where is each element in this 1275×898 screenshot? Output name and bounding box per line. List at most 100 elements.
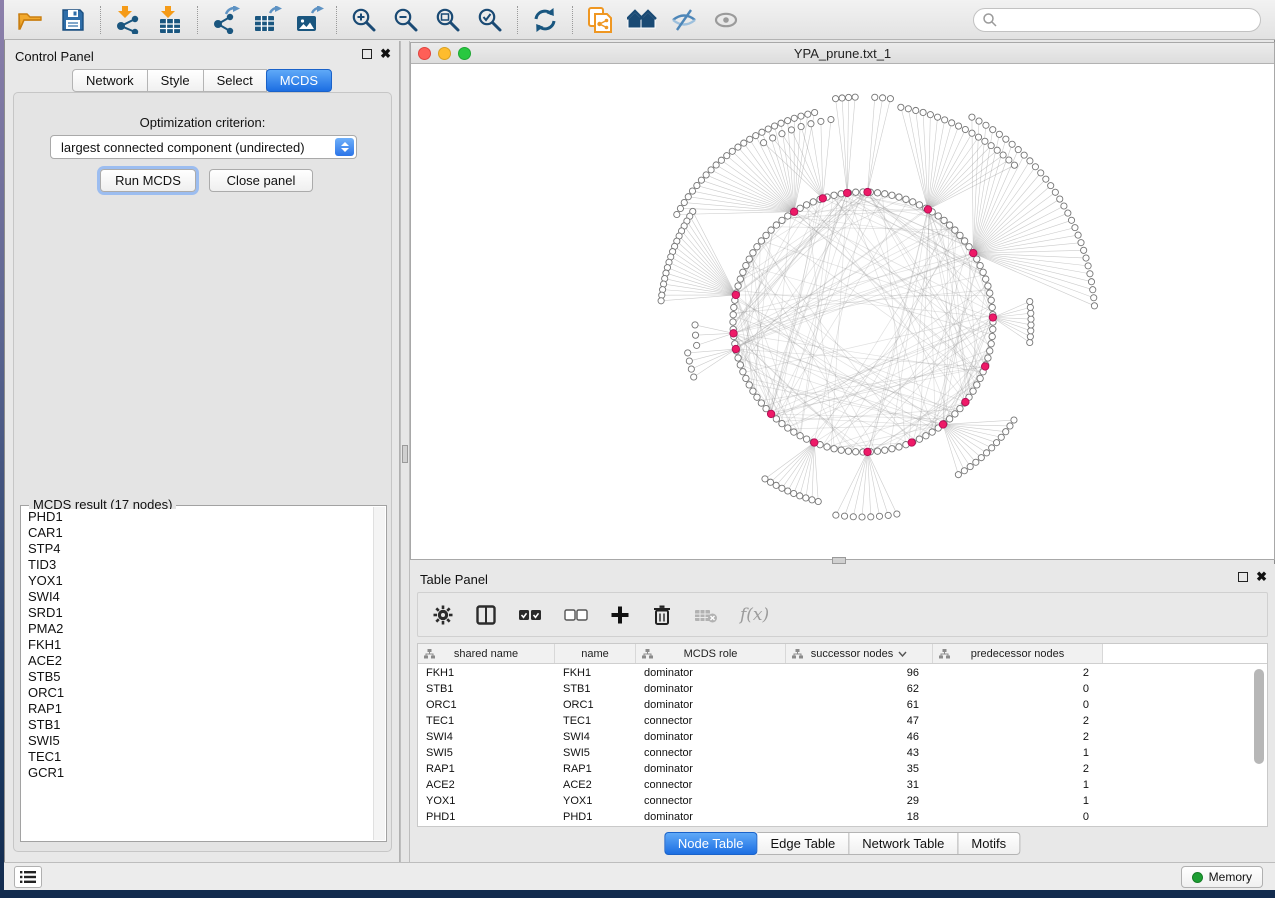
tab-mcds[interactable]: MCDS — [266, 69, 332, 92]
create-column-button[interactable] — [610, 605, 630, 625]
table-body: FKH1FKH1dominator962STB1STB1dominator620… — [418, 665, 1267, 826]
table-scrollbar[interactable] — [1254, 669, 1264, 764]
optimization-criterion-value: largest connected component (undirected) — [61, 140, 305, 155]
table-panel-title: Table Panel — [420, 572, 488, 587]
deselect-all-columns-button[interactable] — [564, 608, 588, 622]
main-toolbar — [4, 0, 1275, 40]
toggle-column-view-button[interactable] — [476, 605, 496, 625]
mcds-result-item[interactable]: RAP1 — [28, 701, 373, 717]
tab-style[interactable]: Style — [148, 69, 204, 92]
tab-node-table[interactable]: Node Table — [664, 832, 758, 855]
task-history-button[interactable] — [14, 866, 42, 888]
table-row[interactable]: ORC1ORC1dominator610 — [418, 697, 1267, 713]
mcds-result-item[interactable]: STP4 — [28, 541, 373, 557]
close-panel-button[interactable]: Close panel — [209, 169, 313, 192]
apply-layout-button[interactable] — [528, 4, 562, 36]
mcds-result-item[interactable]: TEC1 — [28, 749, 373, 765]
table-row[interactable]: FKH1FKH1dominator962 — [418, 665, 1267, 681]
delete-table-button[interactable] — [694, 606, 718, 624]
search-input[interactable] — [998, 13, 1252, 27]
table-row[interactable]: YOX1YOX1connector291 — [418, 793, 1267, 809]
mcds-result-item[interactable]: PMA2 — [28, 621, 373, 637]
mcds-result-item[interactable]: FKH1 — [28, 637, 373, 653]
zoom-out-button[interactable] — [389, 4, 423, 36]
mcds-result-item[interactable]: CAR1 — [28, 525, 373, 541]
save-session-button[interactable] — [56, 4, 90, 36]
select-all-columns-button[interactable] — [518, 608, 542, 622]
mcds-result-item[interactable]: TID3 — [28, 557, 373, 573]
mcds-list-scrollbar[interactable] — [373, 507, 385, 840]
mcds-result-list[interactable]: PHD1CAR1STP4TID3YOX1SWI4SRD1PMA2FKH1ACE2… — [22, 509, 373, 840]
mcds-result-item[interactable]: STB1 — [28, 717, 373, 733]
import-table-button[interactable] — [153, 4, 187, 36]
mcds-result-item[interactable]: SWI4 — [28, 589, 373, 605]
toolbar-separator — [572, 6, 573, 34]
mcds-result-item[interactable]: SRD1 — [28, 605, 373, 621]
trash-icon — [652, 604, 672, 626]
table-row[interactable]: SWI5SWI5connector431 — [418, 745, 1267, 761]
column-header-shared-name[interactable]: shared name — [418, 644, 555, 663]
memory-button[interactable]: Memory — [1181, 866, 1263, 888]
table-cell: PHD1 — [418, 811, 555, 823]
float-panel-icon[interactable] — [362, 49, 372, 59]
vertical-splitter[interactable] — [400, 41, 410, 862]
column-header-name[interactable]: name — [555, 644, 636, 663]
optimization-criterion-select[interactable]: largest connected component (undirected) — [50, 135, 357, 159]
delete-columns-button[interactable] — [652, 604, 672, 626]
memory-status-icon — [1192, 872, 1203, 883]
zoom-in-button[interactable] — [347, 4, 381, 36]
mcds-result-item[interactable]: ACE2 — [28, 653, 373, 669]
close-panel-icon[interactable]: ✖ — [380, 49, 391, 59]
network-canvas[interactable] — [411, 64, 1274, 559]
mcds-result-item[interactable]: YOX1 — [28, 573, 373, 589]
table-row[interactable]: TEC1TEC1connector472 — [418, 713, 1267, 729]
tab-select[interactable]: Select — [204, 69, 267, 92]
network-window-titlebar[interactable]: YPA_prune.txt_1 — [411, 43, 1274, 64]
table-cell: 2 — [933, 715, 1103, 727]
run-mcds-button[interactable]: Run MCDS — [100, 169, 196, 192]
splitter-handle[interactable] — [402, 445, 408, 463]
table-row[interactable]: STB1STB1dominator620 — [418, 681, 1267, 697]
table-row[interactable]: ACE2ACE2connector311 — [418, 777, 1267, 793]
table-cell: 61 — [786, 699, 933, 711]
table-row[interactable]: SWI4SWI4dominator462 — [418, 729, 1267, 745]
zoom-fit-button[interactable] — [431, 4, 465, 36]
column-header-successor-nodes[interactable]: successor nodes — [786, 644, 933, 663]
first-neighbors-button[interactable] — [625, 4, 659, 36]
import-network-button[interactable] — [111, 4, 145, 36]
node-table: shared namenameMCDS rolesuccessor nodesp… — [417, 643, 1268, 827]
mcds-result-item[interactable]: SWI5 — [28, 733, 373, 749]
tab-edge-table[interactable]: Edge Table — [757, 832, 849, 855]
table-cell: dominator — [636, 683, 786, 695]
zoom-selected-button[interactable] — [473, 4, 507, 36]
table-cell: ORC1 — [418, 699, 555, 711]
column-header-predecessor-nodes[interactable]: predecessor nodes — [933, 644, 1103, 663]
horizontal-splitter-handle[interactable] — [832, 557, 846, 564]
export-network-button[interactable] — [208, 4, 242, 36]
float-panel-icon[interactable] — [1238, 572, 1248, 582]
export-image-button[interactable] — [292, 4, 326, 36]
hide-selected-button[interactable] — [667, 4, 701, 36]
clone-network-button[interactable] — [583, 4, 617, 36]
control-panel: Control Panel ✖ NetworkStyleSelectMCDS O… — [5, 41, 400, 862]
tab-network[interactable]: Network — [72, 69, 148, 92]
table-cell: SWI4 — [555, 731, 636, 743]
close-panel-icon[interactable]: ✖ — [1256, 572, 1267, 582]
table-settings-button[interactable] — [432, 604, 454, 626]
tab-motifs[interactable]: Motifs — [958, 832, 1020, 855]
show-all-button[interactable] — [709, 4, 743, 36]
open-file-button[interactable] — [14, 4, 48, 36]
column-header-MCDS-role[interactable]: MCDS role — [636, 644, 786, 663]
search-box[interactable] — [973, 8, 1261, 32]
network-window-title: YPA_prune.txt_1 — [411, 46, 1274, 61]
export-table-button[interactable] — [250, 4, 284, 36]
table-row[interactable]: RAP1RAP1dominator352 — [418, 761, 1267, 777]
table-row[interactable]: PHD1PHD1dominator180 — [418, 809, 1267, 825]
mcds-result-item[interactable]: ORC1 — [28, 685, 373, 701]
mcds-result-item[interactable]: GCR1 — [28, 765, 373, 781]
tab-network-table[interactable]: Network Table — [849, 832, 958, 855]
mcds-result-item[interactable]: STB5 — [28, 669, 373, 685]
search-icon — [982, 12, 998, 28]
mcds-result-item[interactable]: PHD1 — [28, 509, 373, 525]
function-builder-button[interactable]: f(x) — [740, 605, 769, 625]
